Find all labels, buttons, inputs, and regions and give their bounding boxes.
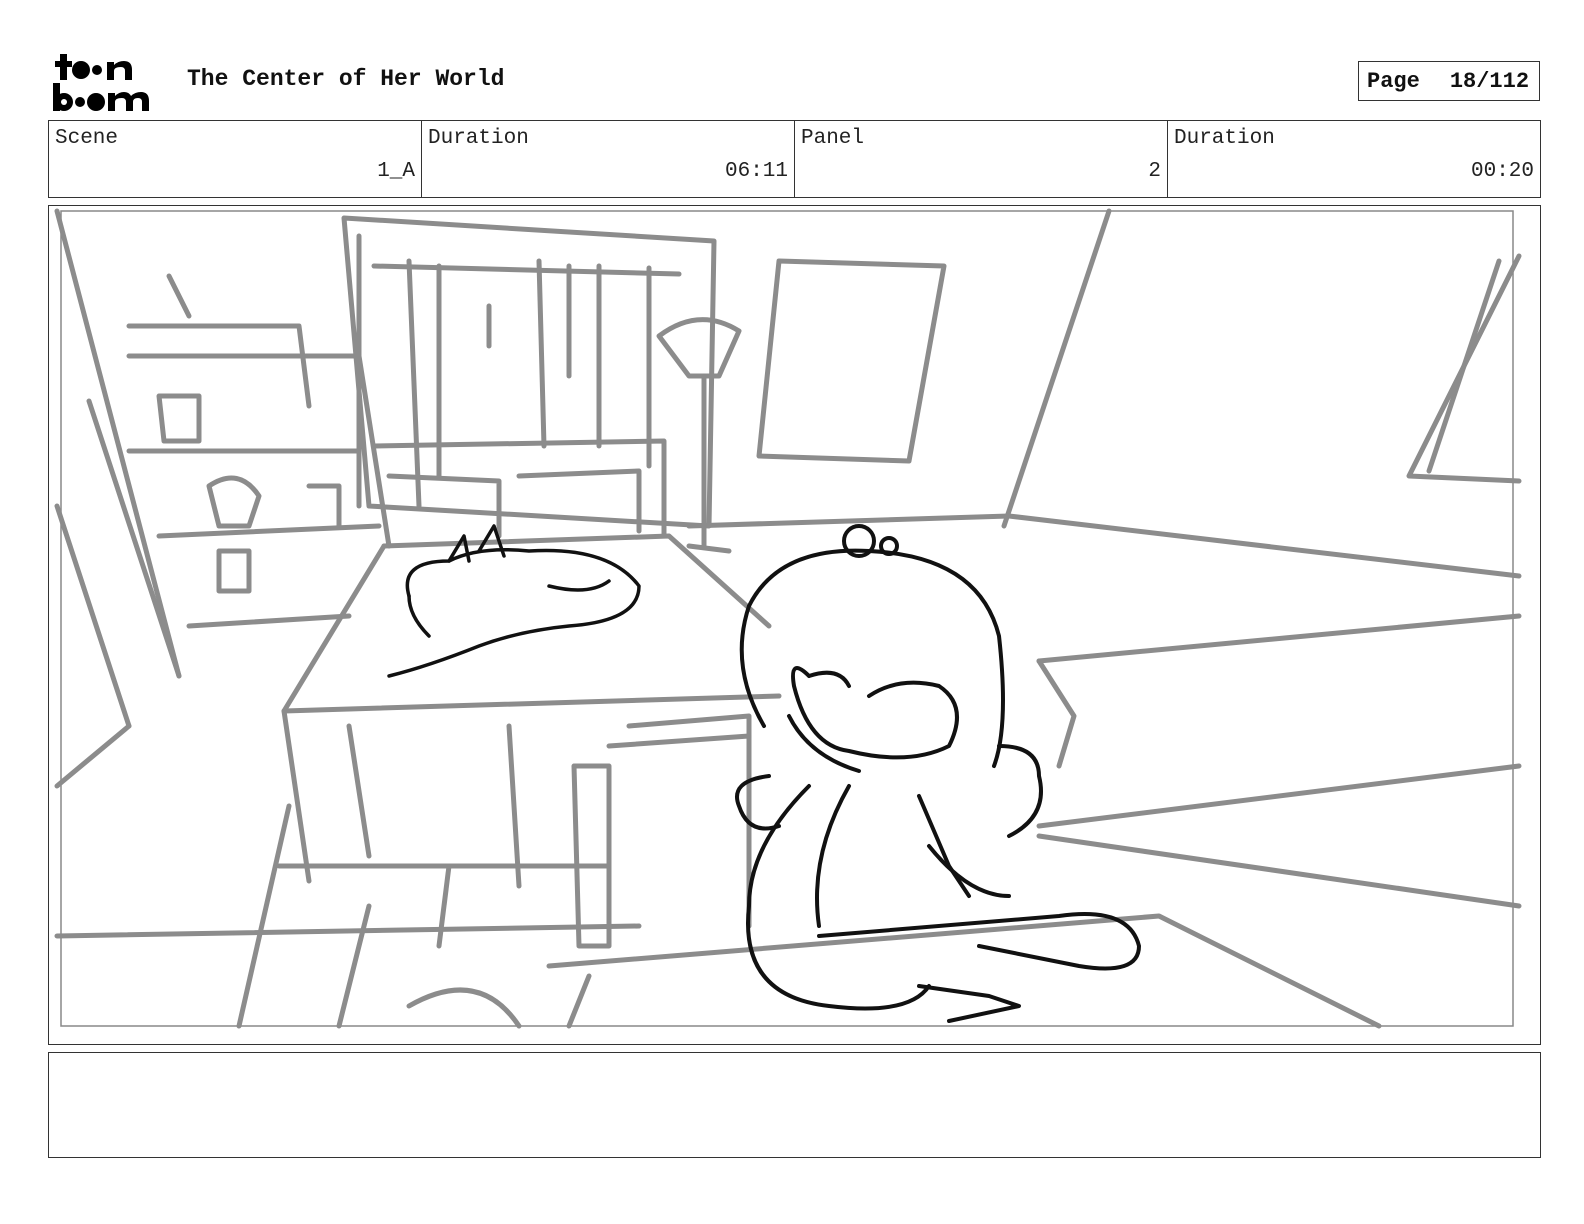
panel-value: 2 bbox=[1148, 160, 1161, 183]
page-indicator: Page 18/112 bbox=[1358, 61, 1540, 101]
page-number: 18/112 bbox=[1449, 68, 1530, 94]
panel-duration-value: 00:20 bbox=[1470, 160, 1534, 183]
scene-cell: Scene 1_A bbox=[49, 121, 422, 197]
toon-boom-logo bbox=[52, 50, 164, 114]
page-label: Page bbox=[1367, 68, 1420, 94]
scene-duration-label: Duration bbox=[428, 127, 529, 150]
storyboard-title: The Center of Her World bbox=[187, 66, 505, 92]
scene-duration-cell: Duration 06:11 bbox=[422, 121, 795, 197]
storyboard-panel-image bbox=[48, 205, 1541, 1045]
scene-label: Scene bbox=[55, 127, 119, 150]
scene-value: 1_A bbox=[377, 160, 415, 183]
panel-label: Panel bbox=[801, 127, 865, 150]
panel-info-table: Scene 1_A Duration 06:11 Panel 2 Duratio… bbox=[48, 120, 1541, 198]
bedroom-sketch bbox=[54, 208, 1522, 1029]
panel-notes-box bbox=[48, 1052, 1541, 1158]
panel-duration-cell: Duration 00:20 bbox=[1168, 121, 1540, 197]
panel-cell: Panel 2 bbox=[795, 121, 1168, 197]
panel-duration-label: Duration bbox=[1174, 127, 1275, 150]
scene-duration-value: 06:11 bbox=[724, 160, 788, 183]
